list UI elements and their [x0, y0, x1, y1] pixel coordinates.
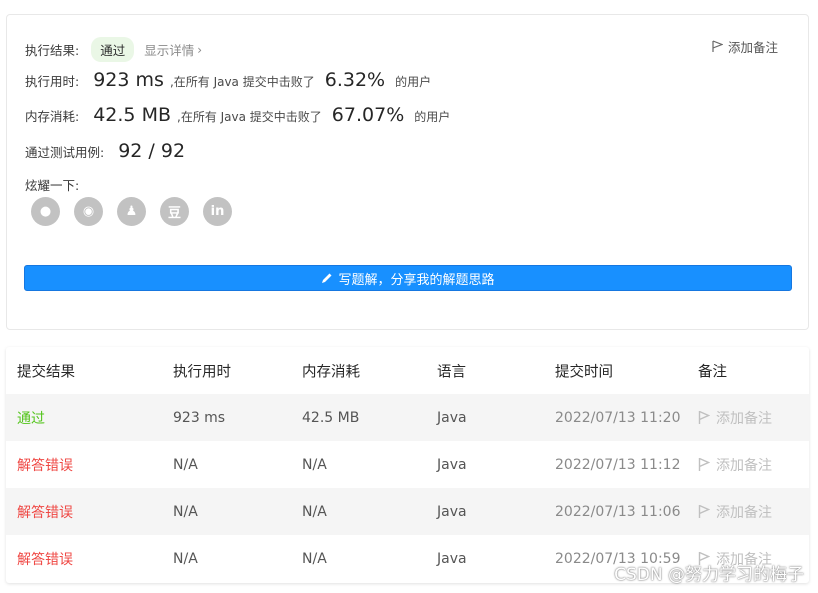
write-solution-label: 写题解，分享我的解题思路	[338, 272, 495, 288]
row-submitted: 2022/07/13 11:12	[555, 456, 681, 473]
tests-value: 92 / 92	[118, 140, 186, 162]
header-memory: 内存消耗	[302, 364, 360, 380]
row-add-note-label: 添加备注	[716, 457, 772, 474]
row-runtime: N/A	[173, 550, 198, 567]
weibo-icon[interactable]: ◉	[74, 197, 103, 226]
row-memory: 42.5 MB	[302, 409, 360, 426]
douban-icon[interactable]: 豆	[160, 197, 189, 226]
chevron-right-icon[interactable]: ›	[197, 43, 202, 57]
memory-percent: 67.07%	[331, 104, 405, 126]
flag-icon	[712, 40, 723, 52]
wechat-icon[interactable]: ●	[31, 197, 60, 226]
runtime-row: 执行用时: 923 ms ,在所有 Java 提交中击败了 6.32% 的用户	[25, 69, 431, 91]
table-row: 通过 923 ms 42.5 MB Java 2022/07/13 11:20 …	[6, 394, 809, 441]
memory-value: 42.5 MB	[93, 104, 171, 126]
share-label-row: 炫耀一下:	[25, 175, 79, 194]
row-add-note-button[interactable]: 添加备注	[698, 455, 772, 475]
row-language: Java	[437, 456, 467, 473]
row-memory: N/A	[302, 550, 327, 567]
qq-icon[interactable]: ♟	[117, 197, 146, 226]
linkedin-icon[interactable]: in	[203, 197, 232, 226]
header-status: 提交结果	[17, 364, 75, 380]
row-runtime: 923 ms	[173, 409, 226, 426]
memory-tail: 的用户	[414, 110, 451, 124]
row-status-link[interactable]: 解答错误	[17, 549, 73, 569]
result-label: 执行结果:	[25, 43, 80, 58]
tests-row: 通过测试用例: 92 / 92	[25, 140, 185, 162]
row-add-note-label: 添加备注	[716, 410, 772, 427]
write-solution-button[interactable]: 写题解，分享我的解题思路	[24, 265, 792, 291]
header-submitted: 提交时间	[555, 364, 613, 380]
runtime-percent: 6.32%	[324, 69, 386, 91]
row-submitted: 2022/07/13 11:06	[555, 503, 681, 520]
row-language: Java	[437, 409, 467, 426]
row-runtime: N/A	[173, 503, 198, 520]
submissions-table: 提交结果 执行用时 内存消耗 语言 提交时间 备注 通过 923 ms 42.5…	[6, 347, 809, 583]
row-language: Java	[437, 503, 467, 520]
memory-label: 内存消耗:	[25, 109, 80, 124]
table-row: 解答错误 N/A N/A Java 2022/07/13 11:12 添加备注	[6, 441, 809, 488]
table-row: 解答错误 N/A N/A Java 2022/07/13 11:06 添加备注	[6, 488, 809, 535]
flag-icon	[698, 457, 710, 471]
row-submitted: 2022/07/13 11:20	[555, 409, 681, 426]
flag-icon	[698, 410, 710, 424]
runtime-tail: 的用户	[395, 75, 432, 89]
row-status-link[interactable]: 通过	[17, 408, 45, 428]
runtime-label: 执行用时:	[25, 74, 80, 89]
memory-text: ,在所有 Java 提交中击败了	[177, 110, 322, 124]
row-add-note-label: 添加备注	[716, 504, 772, 521]
result-row: 执行结果: 通过 显示详情 ›	[25, 37, 202, 62]
add-note-label: 添加备注	[727, 40, 778, 55]
row-add-note-button[interactable]: 添加备注	[698, 502, 772, 522]
table-header: 提交结果 执行用时 内存消耗 语言 提交时间 备注	[6, 347, 809, 394]
row-status-link[interactable]: 解答错误	[17, 502, 73, 522]
pencil-icon	[322, 273, 332, 283]
memory-row: 内存消耗: 42.5 MB ,在所有 Java 提交中击败了 67.07% 的用…	[25, 104, 450, 126]
runtime-value: 923 ms	[93, 69, 164, 91]
row-language: Java	[437, 550, 467, 567]
row-memory: N/A	[302, 456, 327, 473]
row-memory: N/A	[302, 503, 327, 520]
row-add-note-button[interactable]: 添加备注	[698, 408, 772, 428]
share-icons: ● ◉ ♟ 豆 in	[31, 197, 232, 226]
row-status-link[interactable]: 解答错误	[17, 455, 73, 475]
show-details-link[interactable]: 显示详情	[144, 40, 194, 59]
result-card: 执行结果: 通过 显示详情 › 添加备注 执行用时: 923 ms ,在所有 J…	[6, 14, 809, 330]
header-runtime: 执行用时	[173, 364, 231, 380]
runtime-text: ,在所有 Java 提交中击败了	[169, 75, 315, 89]
tests-label: 通过测试用例:	[25, 145, 105, 160]
row-runtime: N/A	[173, 456, 198, 473]
status-badge: 通过	[91, 37, 135, 62]
header-note: 备注	[698, 364, 727, 380]
watermark: CSDN @努力学习的梅子	[614, 565, 804, 585]
add-note-button[interactable]: 添加备注	[712, 37, 778, 56]
flag-icon	[698, 504, 710, 518]
share-label: 炫耀一下:	[25, 178, 80, 193]
header-language: 语言	[437, 364, 466, 380]
